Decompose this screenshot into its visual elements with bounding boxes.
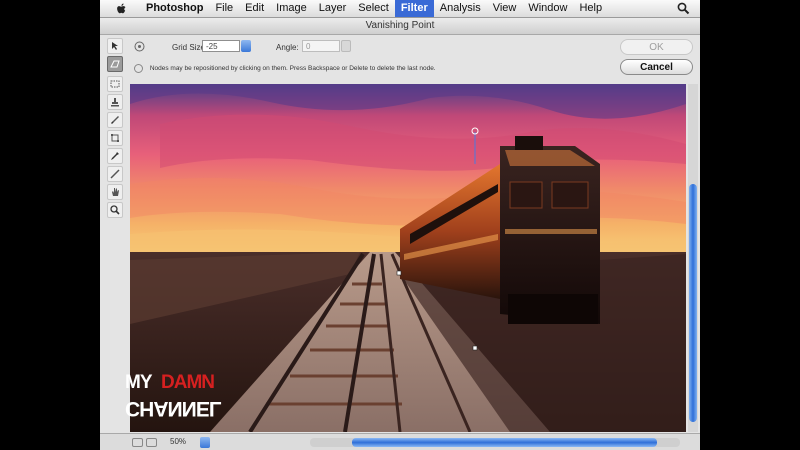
grid-size-stepper[interactable]	[241, 40, 251, 52]
zoom-in-button[interactable]	[146, 438, 157, 447]
menu-window[interactable]: Window	[522, 0, 573, 17]
menu-filter[interactable]: Filter	[394, 0, 434, 17]
vertical-scrollbar[interactable]	[688, 84, 698, 432]
menu-bar: Photoshop File Edit Image Layer Select F…	[100, 0, 700, 18]
menu-layer[interactable]: Layer	[313, 0, 353, 17]
eyedropper-tool-icon[interactable]	[107, 148, 123, 164]
cancel-button[interactable]: Cancel	[620, 59, 693, 75]
grid-options-icon[interactable]	[134, 41, 145, 52]
zoom-tool-icon[interactable]	[107, 202, 123, 218]
menu-view[interactable]: View	[487, 0, 523, 17]
vanishing-point-toolbox	[106, 38, 124, 218]
info-icon	[134, 63, 143, 73]
angle-field[interactable]: 0	[302, 40, 340, 52]
my-damn-channel-logo: MY DAMN CHANNEL	[125, 372, 235, 430]
grid-size-field[interactable]: -25	[202, 40, 240, 52]
ok-button[interactable]: OK	[620, 39, 693, 55]
status-bar: 50%	[100, 433, 700, 450]
measure-tool-icon[interactable]	[107, 166, 123, 182]
logo-word-channel: CHANNEL	[125, 397, 221, 420]
hint-bar: Nodes may be repositioned by clicking on…	[134, 62, 610, 75]
transform-tool-icon[interactable]	[107, 130, 123, 146]
hint-text: Nodes may be repositioned by clicking on…	[149, 65, 436, 72]
stamp-tool-icon[interactable]	[107, 94, 123, 110]
angle-label: Angle:	[276, 43, 299, 52]
horizontal-scrollbar[interactable]	[310, 438, 680, 447]
zoom-dropdown[interactable]	[200, 437, 210, 448]
logo-word-my: MY	[125, 372, 152, 393]
zoom-out-button[interactable]	[132, 438, 143, 447]
brush-tool-icon[interactable]	[107, 112, 123, 128]
horizontal-scroll-thumb[interactable]	[352, 438, 657, 447]
logo-word-damn: DAMN	[161, 372, 215, 393]
menu-select[interactable]: Select	[352, 0, 395, 17]
vertical-scroll-thumb[interactable]	[689, 184, 697, 422]
menu-edit[interactable]: Edit	[239, 0, 270, 17]
menu-image[interactable]: Image	[270, 0, 313, 17]
apple-icon[interactable]	[114, 3, 130, 15]
create-plane-tool-icon[interactable]	[107, 56, 123, 72]
menu-photoshop[interactable]: Photoshop	[140, 0, 209, 17]
menu-analysis[interactable]: Analysis	[434, 0, 487, 17]
menu-help[interactable]: Help	[573, 0, 608, 17]
options-bar: Grid Size: -25 Angle: 0	[126, 37, 612, 57]
hand-tool-icon[interactable]	[107, 184, 123, 200]
dialog-title: Vanishing Point	[100, 18, 700, 35]
spotlight-search-icon[interactable]	[677, 2, 690, 15]
angle-stepper[interactable]	[341, 40, 351, 52]
menu-file[interactable]: File	[209, 0, 239, 17]
edit-plane-tool-icon[interactable]	[107, 38, 123, 54]
zoom-level: 50%	[170, 437, 187, 446]
marquee-tool-icon[interactable]	[107, 76, 123, 92]
